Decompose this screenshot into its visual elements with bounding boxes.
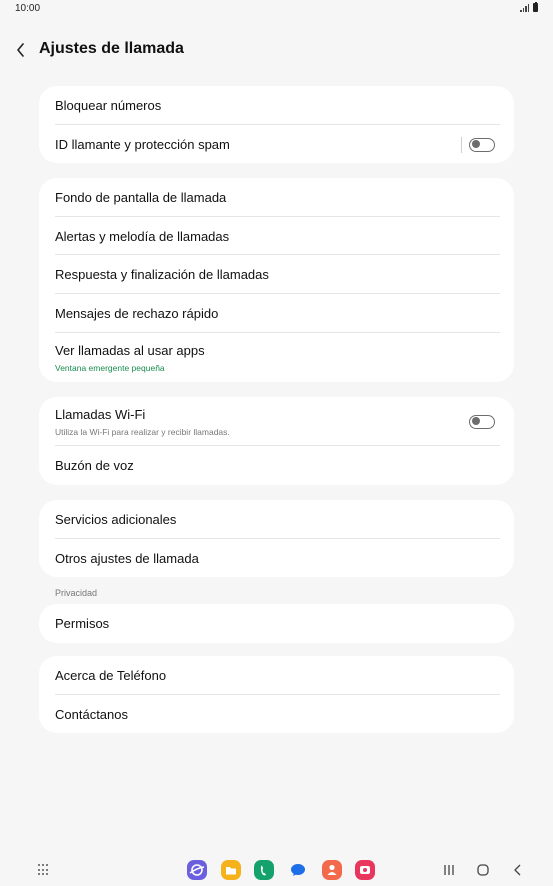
extra-card: Servicios adicionales Otros ajustes de l… bbox=[39, 500, 514, 578]
chevron-left-icon bbox=[17, 43, 24, 57]
call-alerts-label: Alertas y melodía de llamadas bbox=[55, 228, 230, 244]
answer-end-calls-label: Respuesta y finalización de llamadas bbox=[55, 267, 269, 283]
contact-us-label: Contáctanos bbox=[55, 706, 128, 722]
about-phone-item[interactable]: Acerca de Teléfono bbox=[39, 656, 514, 695]
toggle-knob bbox=[471, 139, 480, 148]
back-button[interactable] bbox=[12, 38, 34, 62]
call-wallpaper-label: Fondo de pantalla de llamada bbox=[55, 190, 227, 205]
phone-app-icon[interactable] bbox=[254, 860, 274, 880]
other-call-settings-label: Otros ajustes de llamada bbox=[55, 550, 199, 566]
show-calls-value: Ventana emergente pequeña bbox=[55, 362, 165, 373]
recents-button[interactable] bbox=[441, 862, 457, 878]
internet-app-icon[interactable] bbox=[187, 860, 207, 880]
status-icons bbox=[520, 1, 538, 12]
privacy-card: Permisos bbox=[39, 604, 514, 643]
block-card: Bloquear números ID llamante y protecció… bbox=[39, 86, 514, 164]
caller-id-item[interactable]: ID llamante y protección spam bbox=[39, 125, 514, 164]
caller-id-label: ID llamante y protección spam bbox=[55, 136, 230, 152]
contact-us-item[interactable]: Contáctanos bbox=[39, 695, 514, 734]
screen-recorder-app-icon[interactable] bbox=[355, 860, 375, 880]
home-button[interactable] bbox=[475, 862, 491, 878]
other-call-settings-item[interactable]: Otros ajustes de llamada bbox=[39, 539, 514, 578]
additional-services-item[interactable]: Servicios adicionales bbox=[39, 500, 514, 539]
quick-decline-messages-label: Mensajes de rechazo rápido bbox=[55, 306, 219, 322]
caller-id-toggle[interactable] bbox=[469, 137, 495, 152]
contacts-app-icon[interactable] bbox=[322, 860, 342, 880]
block-numbers-item[interactable]: Bloquear números bbox=[39, 86, 514, 125]
show-calls-label: Ver llamadas al usar apps bbox=[55, 342, 205, 358]
about-card: Acerca de Teléfono Contáctanos bbox=[39, 656, 514, 734]
show-calls-item[interactable]: Ver llamadas al usar apps Ventana emerge… bbox=[39, 333, 514, 382]
vertical-separator bbox=[461, 136, 462, 153]
app-bar: Ajustes de llamada bbox=[0, 36, 553, 64]
call-card: Fondo de pantalla de llamada Alertas y m… bbox=[39, 178, 514, 382]
answer-end-calls-item[interactable]: Respuesta y finalización de llamadas bbox=[39, 255, 514, 295]
permissions-item[interactable]: Permisos bbox=[39, 604, 514, 643]
navigation-bar bbox=[0, 850, 553, 886]
home-icon bbox=[477, 864, 489, 876]
status-bar: 10:00 bbox=[0, 0, 553, 18]
privacy-section-title: Privacidad bbox=[55, 588, 98, 598]
permissions-label: Permisos bbox=[55, 616, 110, 631]
recents-icon bbox=[444, 865, 454, 875]
apps-grid-icon[interactable] bbox=[38, 864, 50, 876]
call-wallpaper-item[interactable]: Fondo de pantalla de llamada bbox=[39, 178, 514, 217]
back-icon bbox=[514, 864, 521, 876]
back-nav-button[interactable] bbox=[510, 862, 526, 878]
wifi-calling-item[interactable]: Llamadas Wi-Fi Utiliza la Wi-Fi para rea… bbox=[39, 397, 514, 446]
voicemail-item[interactable]: Buzón de voz bbox=[39, 446, 514, 485]
toggle-knob bbox=[471, 417, 480, 426]
battery-icon bbox=[533, 1, 538, 12]
call-alerts-item[interactable]: Alertas y melodía de llamadas bbox=[39, 217, 514, 256]
status-time: 10:00 bbox=[15, 3, 41, 14]
wifi-calling-description: Utiliza la Wi-Fi para realizar y recibir… bbox=[55, 427, 230, 437]
additional-services-label: Servicios adicionales bbox=[55, 512, 177, 527]
wifi-card: Llamadas Wi-Fi Utiliza la Wi-Fi para rea… bbox=[39, 397, 514, 485]
signal-icon bbox=[520, 3, 529, 12]
wifi-calling-toggle[interactable] bbox=[469, 415, 495, 429]
voicemail-label: Buzón de voz bbox=[55, 458, 134, 473]
block-numbers-label: Bloquear números bbox=[55, 98, 162, 113]
messages-app-icon[interactable] bbox=[288, 860, 308, 880]
quick-decline-messages-item[interactable]: Mensajes de rechazo rápido bbox=[39, 294, 514, 333]
page-title: Ajustes de llamada bbox=[39, 40, 184, 57]
wifi-calling-label: Llamadas Wi-Fi bbox=[55, 407, 146, 422]
my-files-app-icon[interactable] bbox=[221, 860, 241, 880]
about-phone-label: Acerca de Teléfono bbox=[55, 668, 167, 683]
